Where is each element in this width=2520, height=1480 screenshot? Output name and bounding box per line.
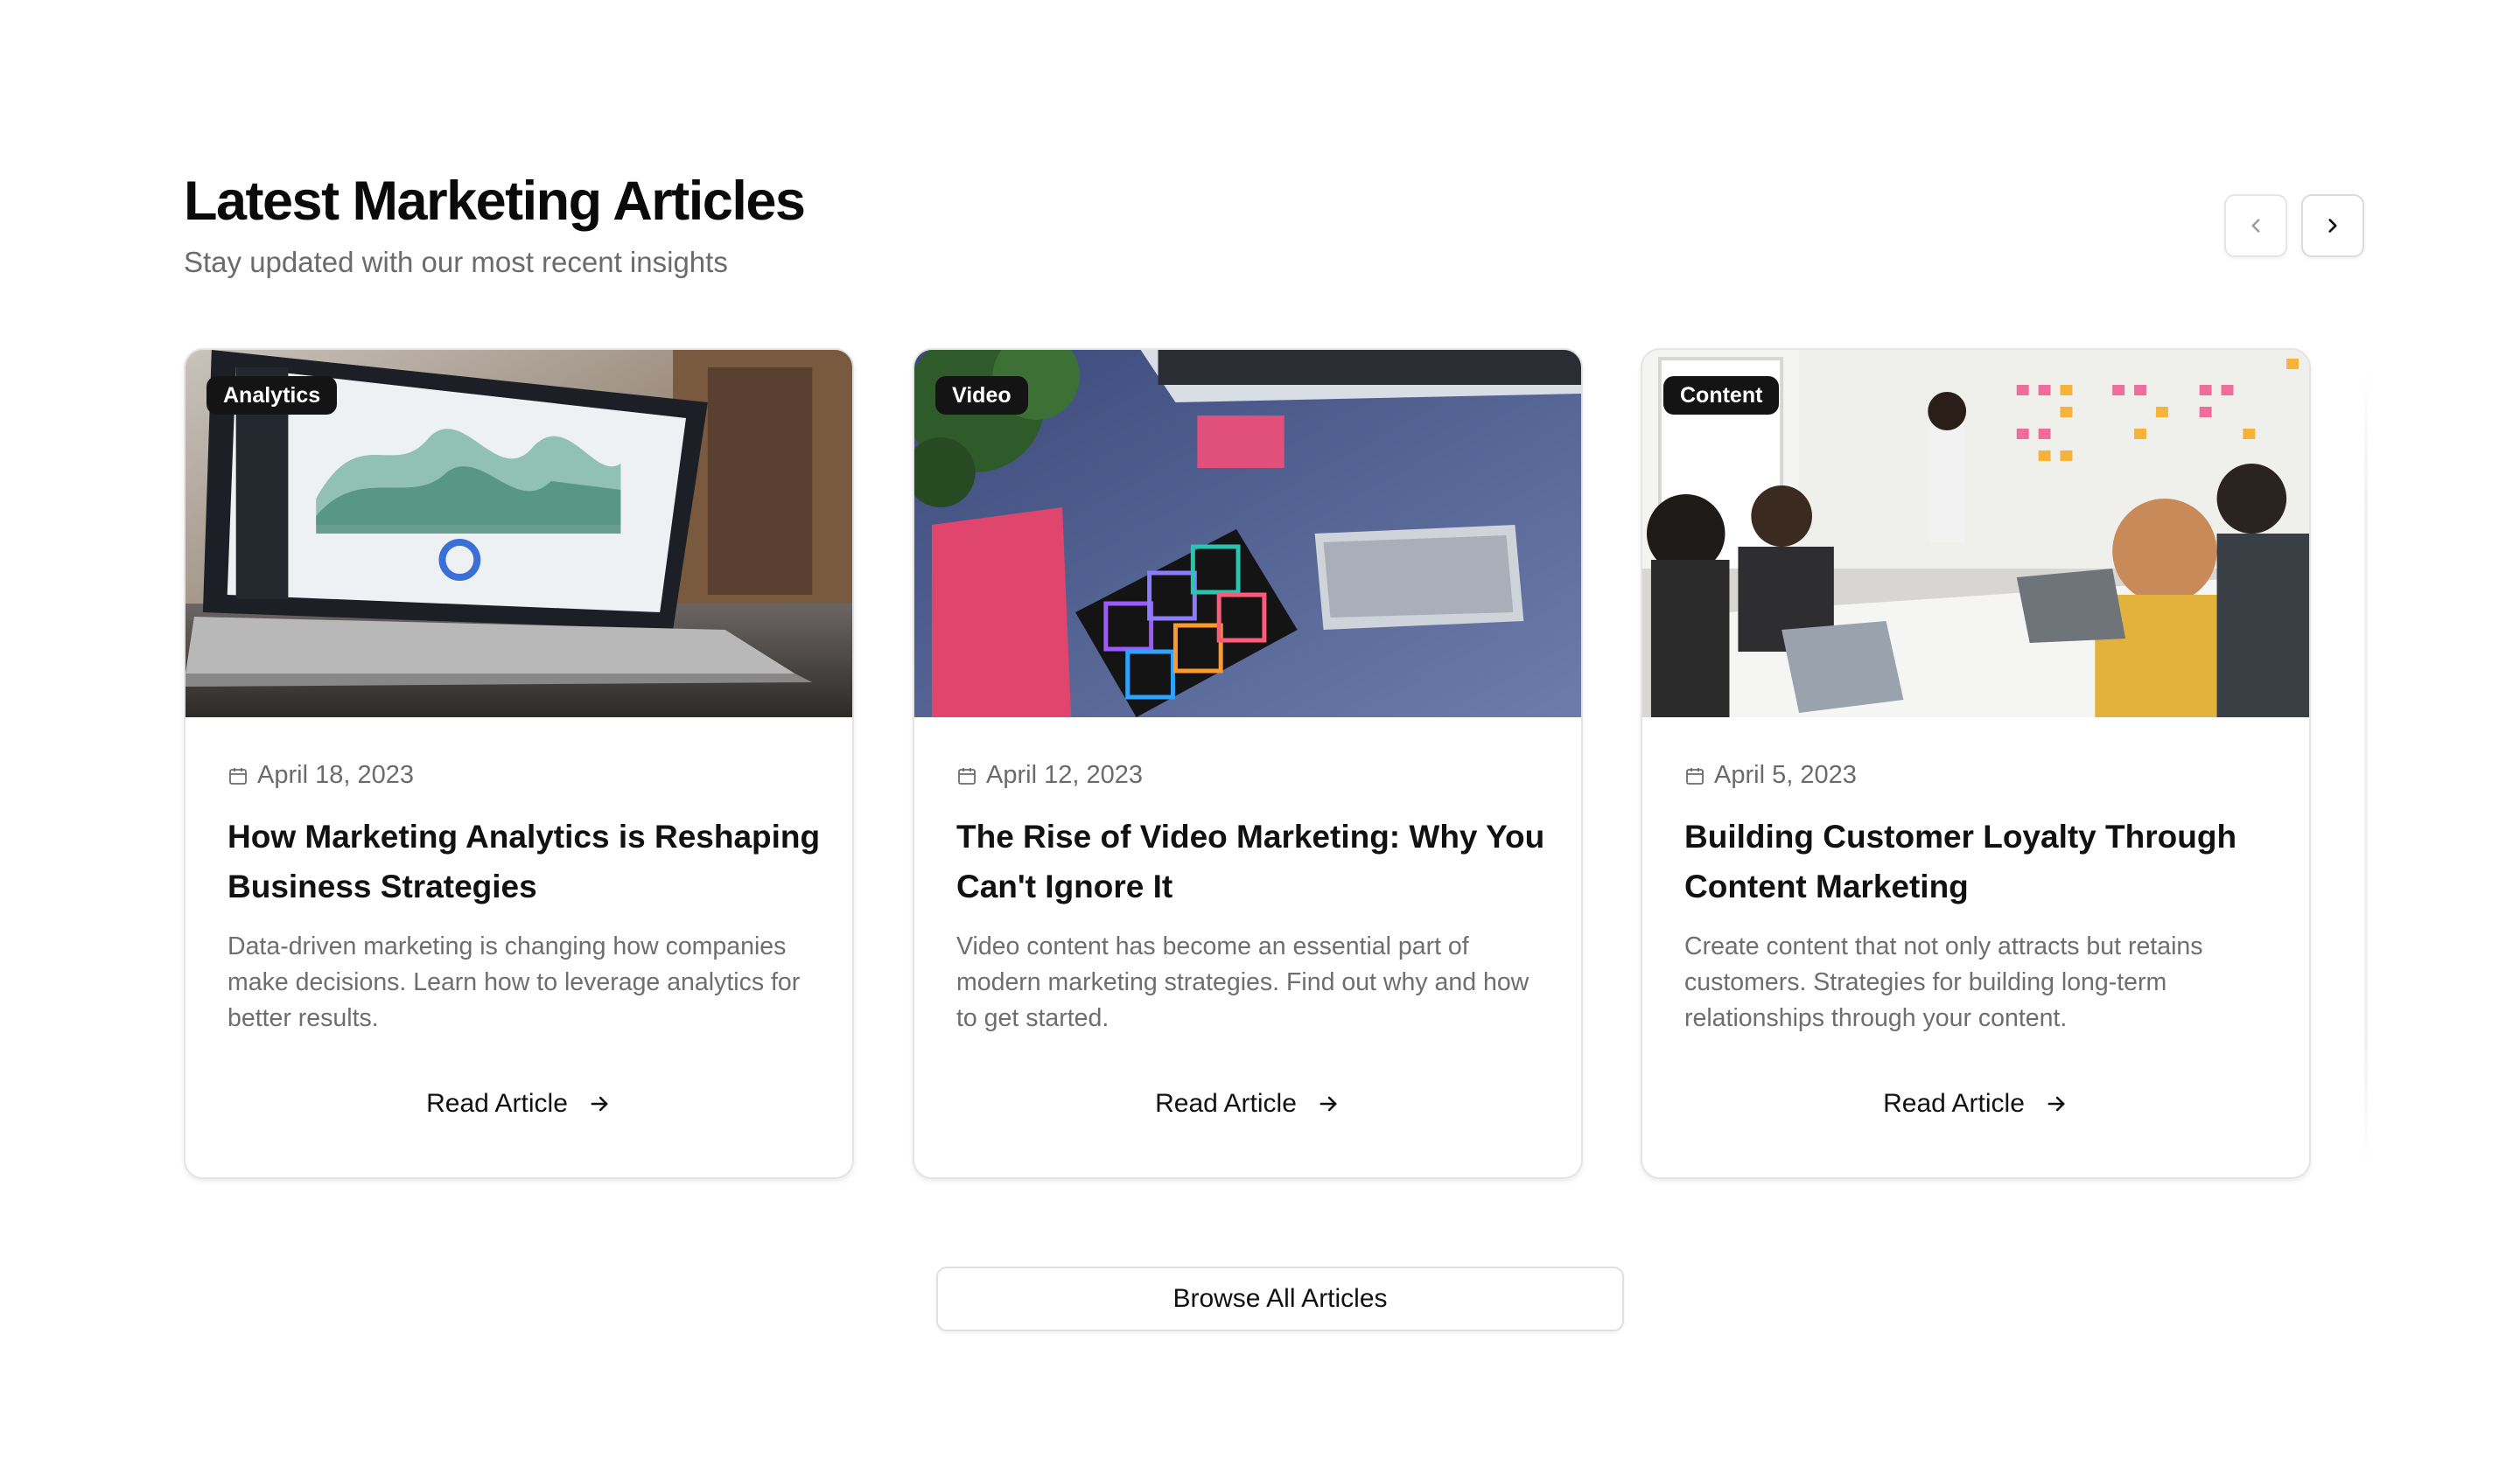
read-article-label: Read Article xyxy=(426,1089,568,1118)
read-article-link[interactable]: Read Article xyxy=(186,1089,852,1119)
category-badge: Video xyxy=(935,376,1028,415)
article-title[interactable]: How Marketing Analytics is Reshaping Bus… xyxy=(228,812,822,911)
arrow-right-icon xyxy=(591,1096,608,1112)
carousel-next-button[interactable] xyxy=(2301,194,2364,257)
articles-section: Latest Marketing Articles Stay updated w… xyxy=(0,0,2520,1480)
chevron-left-icon xyxy=(2251,219,2260,233)
calendar-icon xyxy=(229,767,247,785)
article-excerpt: Video content has become an essential pa… xyxy=(956,932,1530,1032)
carousel-prev-button[interactable] xyxy=(2224,194,2287,257)
arrow-right-icon xyxy=(1320,1096,1337,1112)
article-excerpt: Create content that not only attracts bu… xyxy=(1684,932,2203,1032)
category-badge: Content xyxy=(1663,376,1780,415)
page-subtitle: Stay updated with our most recent insigh… xyxy=(184,246,728,278)
read-article-link[interactable]: Read Article xyxy=(1642,1089,2309,1119)
arrow-right-icon xyxy=(2048,1096,2065,1112)
article-title[interactable]: The Rise of Video Marketing: Why You Can… xyxy=(956,812,1551,911)
article-title[interactable]: Building Customer Loyalty Through Conten… xyxy=(1684,812,2279,911)
article-date: April 12, 2023 xyxy=(956,761,1143,790)
article-date-text: April 12, 2023 xyxy=(986,761,1143,789)
page-title: Latest Marketing Articles xyxy=(184,171,806,232)
read-article-link[interactable]: Read Article xyxy=(914,1089,1581,1119)
chevron-right-icon xyxy=(2328,219,2337,233)
article-date: April 5, 2023 xyxy=(1684,761,1857,790)
category-badge: Analytics xyxy=(206,376,338,415)
article-card[interactable]: Video April 12, 2023 The Rise of Video M… xyxy=(913,348,1583,1179)
browse-all-button[interactable]: Browse All Articles xyxy=(936,1267,1624,1331)
article-card[interactable]: Analytics April 18, 2023 How Marketing A… xyxy=(184,348,854,1179)
read-article-label: Read Article xyxy=(1155,1089,1297,1118)
article-date-text: April 5, 2023 xyxy=(1714,761,1857,789)
article-date: April 18, 2023 xyxy=(228,761,414,790)
calendar-icon xyxy=(1686,767,1704,785)
article-excerpt: Data-driven marketing is changing how co… xyxy=(228,932,801,1032)
article-card[interactable]: Content April 5, 2023 Building Customer … xyxy=(1641,348,2311,1179)
article-date-text: April 18, 2023 xyxy=(257,761,414,789)
read-article-label: Read Article xyxy=(1883,1089,2025,1118)
calendar-icon xyxy=(958,767,976,785)
next-card-peek xyxy=(2364,367,2368,1172)
